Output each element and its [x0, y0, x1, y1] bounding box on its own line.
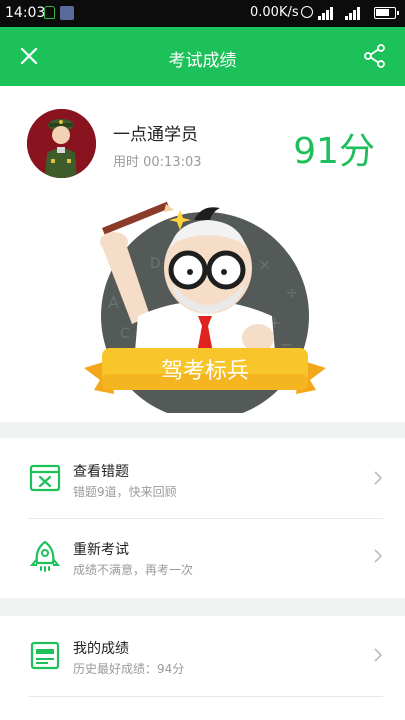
svg-text:÷: ÷: [285, 283, 298, 302]
svg-text:×: ×: [258, 255, 271, 274]
section-separator: [0, 598, 405, 616]
svg-text:A: A: [108, 293, 119, 312]
alarm-icon: [301, 6, 313, 18]
battery-icon: [374, 7, 399, 19]
badge-title: 驾考标兵: [161, 359, 249, 384]
row-title: 我的成绩: [73, 641, 129, 657]
divider: [28, 696, 383, 697]
share-icon[interactable]: [360, 41, 390, 71]
username: 一点通学员: [113, 125, 198, 145]
time-used: 用时 00:13:03: [113, 155, 202, 170]
retake-exam-row[interactable]: 重新考试 成绩不满意，再考一次: [0, 519, 405, 597]
badge-illustration: A D C × ÷ + − 驾考标兵: [84, 201, 326, 413]
record-icon: [30, 641, 60, 670]
wrong-questions-icon: [29, 464, 61, 492]
exam-score: 91分: [293, 131, 375, 172]
row-title: 查看错题: [73, 464, 129, 480]
svg-text:D: D: [150, 256, 161, 272]
row-subtitle: 成绩不满意，再考一次: [73, 563, 194, 577]
chevron-right-icon: [374, 549, 383, 563]
rocket-icon: [29, 540, 61, 572]
row-subtitle: 历史最好成绩：94分: [73, 662, 185, 676]
upload-icon: [60, 6, 74, 20]
status-bar: 14:03 0.00K/s: [0, 0, 405, 27]
avatar[interactable]: [27, 109, 96, 178]
signal-icon: [318, 6, 342, 20]
page-title: 考试成绩: [168, 51, 237, 71]
section-separator: [0, 422, 405, 438]
network-speed: 0.00K/s: [250, 5, 299, 20]
row-title: 重新考试: [73, 542, 129, 558]
chevron-right-icon: [374, 648, 383, 662]
row-subtitle: 错题9道，快来回顾: [73, 485, 177, 499]
review-wrong-questions-row[interactable]: 查看错题 错题9道，快来回顾: [0, 441, 405, 519]
svg-text:C: C: [120, 326, 130, 342]
chevron-right-icon: [374, 471, 383, 485]
signal-icon-2: [345, 6, 369, 20]
status-time: 14:03: [5, 5, 46, 21]
lock-icon: [44, 6, 55, 19]
my-scores-row[interactable]: 我的成绩 历史最好成绩：94分: [0, 618, 405, 696]
app-bar: 考试成绩: [0, 27, 405, 86]
